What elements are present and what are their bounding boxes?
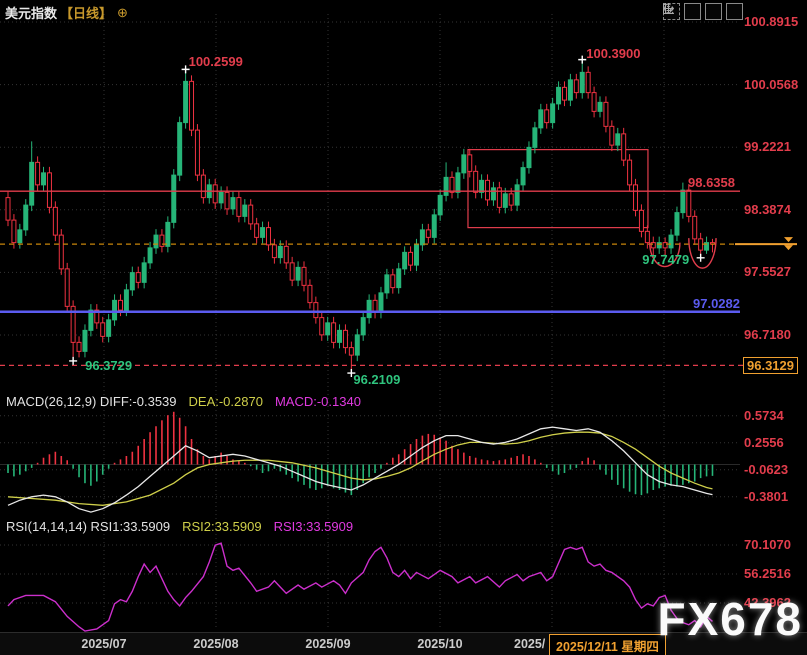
- extreme-markers: [69, 56, 705, 377]
- chart-canvas[interactable]: [0, 0, 807, 655]
- date-axis-label: 2025/09: [305, 637, 350, 651]
- rsi2-value: RSI2:33.5909: [182, 519, 262, 534]
- y-axis-label: 0.2556: [744, 435, 806, 450]
- y-axis-label: 56.2516: [744, 566, 806, 581]
- resistance-price-label: 98.6358: [688, 175, 735, 190]
- date-axis-label: 2025/: [514, 637, 545, 651]
- macd-dea-value: DEA:-0.2870: [189, 394, 263, 409]
- low-price-label: 96.3729: [85, 358, 132, 373]
- low-price-label: 96.2109: [353, 372, 400, 387]
- low-price-label: 97.7479: [642, 252, 689, 267]
- rsi3-value: RSI3:33.5909: [274, 519, 354, 534]
- chart-window: 美元指数 【日线】 ⊕ MACD(26,12,9) DIFF:-0.3539 DE…: [0, 0, 807, 655]
- rsi-legend: RSI(14,14,14) RSI1:33.5909 RSI2:33.5909 RS…: [6, 519, 353, 534]
- macd-legend: MACD(26,12,9) DIFF:-0.3539 DEA:-0.2870 MAC…: [6, 394, 361, 409]
- y-axis-label: -0.0623: [744, 462, 806, 477]
- macd-macd-value: MACD:-0.1340: [275, 394, 361, 409]
- y-axis-label: 99.2221: [744, 139, 806, 154]
- date-axis-label: 2025/08: [193, 637, 238, 651]
- y-axis-label: 70.1070: [744, 537, 806, 552]
- instrument-title: 美元指数: [5, 3, 57, 22]
- y-axis-label: 100.8915: [744, 14, 806, 29]
- y-axis-label: 97.5527: [744, 264, 806, 279]
- reset-axis-icon[interactable]: [726, 3, 743, 20]
- scale-x-axis-icon[interactable]: [705, 3, 722, 20]
- candlesticks: [6, 60, 714, 373]
- y-axis-label: 96.7180: [744, 327, 806, 342]
- support-price-label: 97.0282: [693, 296, 740, 311]
- title-bar: 美元指数 【日线】 ⊕: [5, 3, 128, 22]
- y-axis-label: 100.0568: [744, 77, 806, 92]
- chart-toolbar: [663, 3, 743, 20]
- high-price-label: 100.3900: [586, 46, 640, 61]
- high-price-label: 100.2599: [189, 54, 243, 69]
- date-axis-label: 2025/10: [417, 637, 462, 651]
- period-label: 【日线】: [60, 3, 112, 22]
- y-axis-label: -0.3801: [744, 489, 806, 504]
- scale-y-axis-icon[interactable]: [684, 3, 701, 20]
- y-axis-label: 98.3874: [744, 202, 806, 217]
- rsi1-value: RSI(14,14,14) RSI1:33.5909: [6, 519, 170, 534]
- rsi-pane: [8, 543, 712, 631]
- y-axis-label: 0.5734: [744, 408, 806, 423]
- add-indicator-icon[interactable]: ⊕: [117, 5, 128, 21]
- latest-date-badge: 2025/12/11 星期四: [549, 634, 666, 655]
- date-axis-label: 2025/07: [81, 637, 126, 651]
- macd-diff-value: MACD(26,12,9) DIFF:-0.3539: [6, 394, 177, 409]
- watermark: FX678: [657, 592, 803, 646]
- alert-price-label: 96.3129: [743, 357, 798, 374]
